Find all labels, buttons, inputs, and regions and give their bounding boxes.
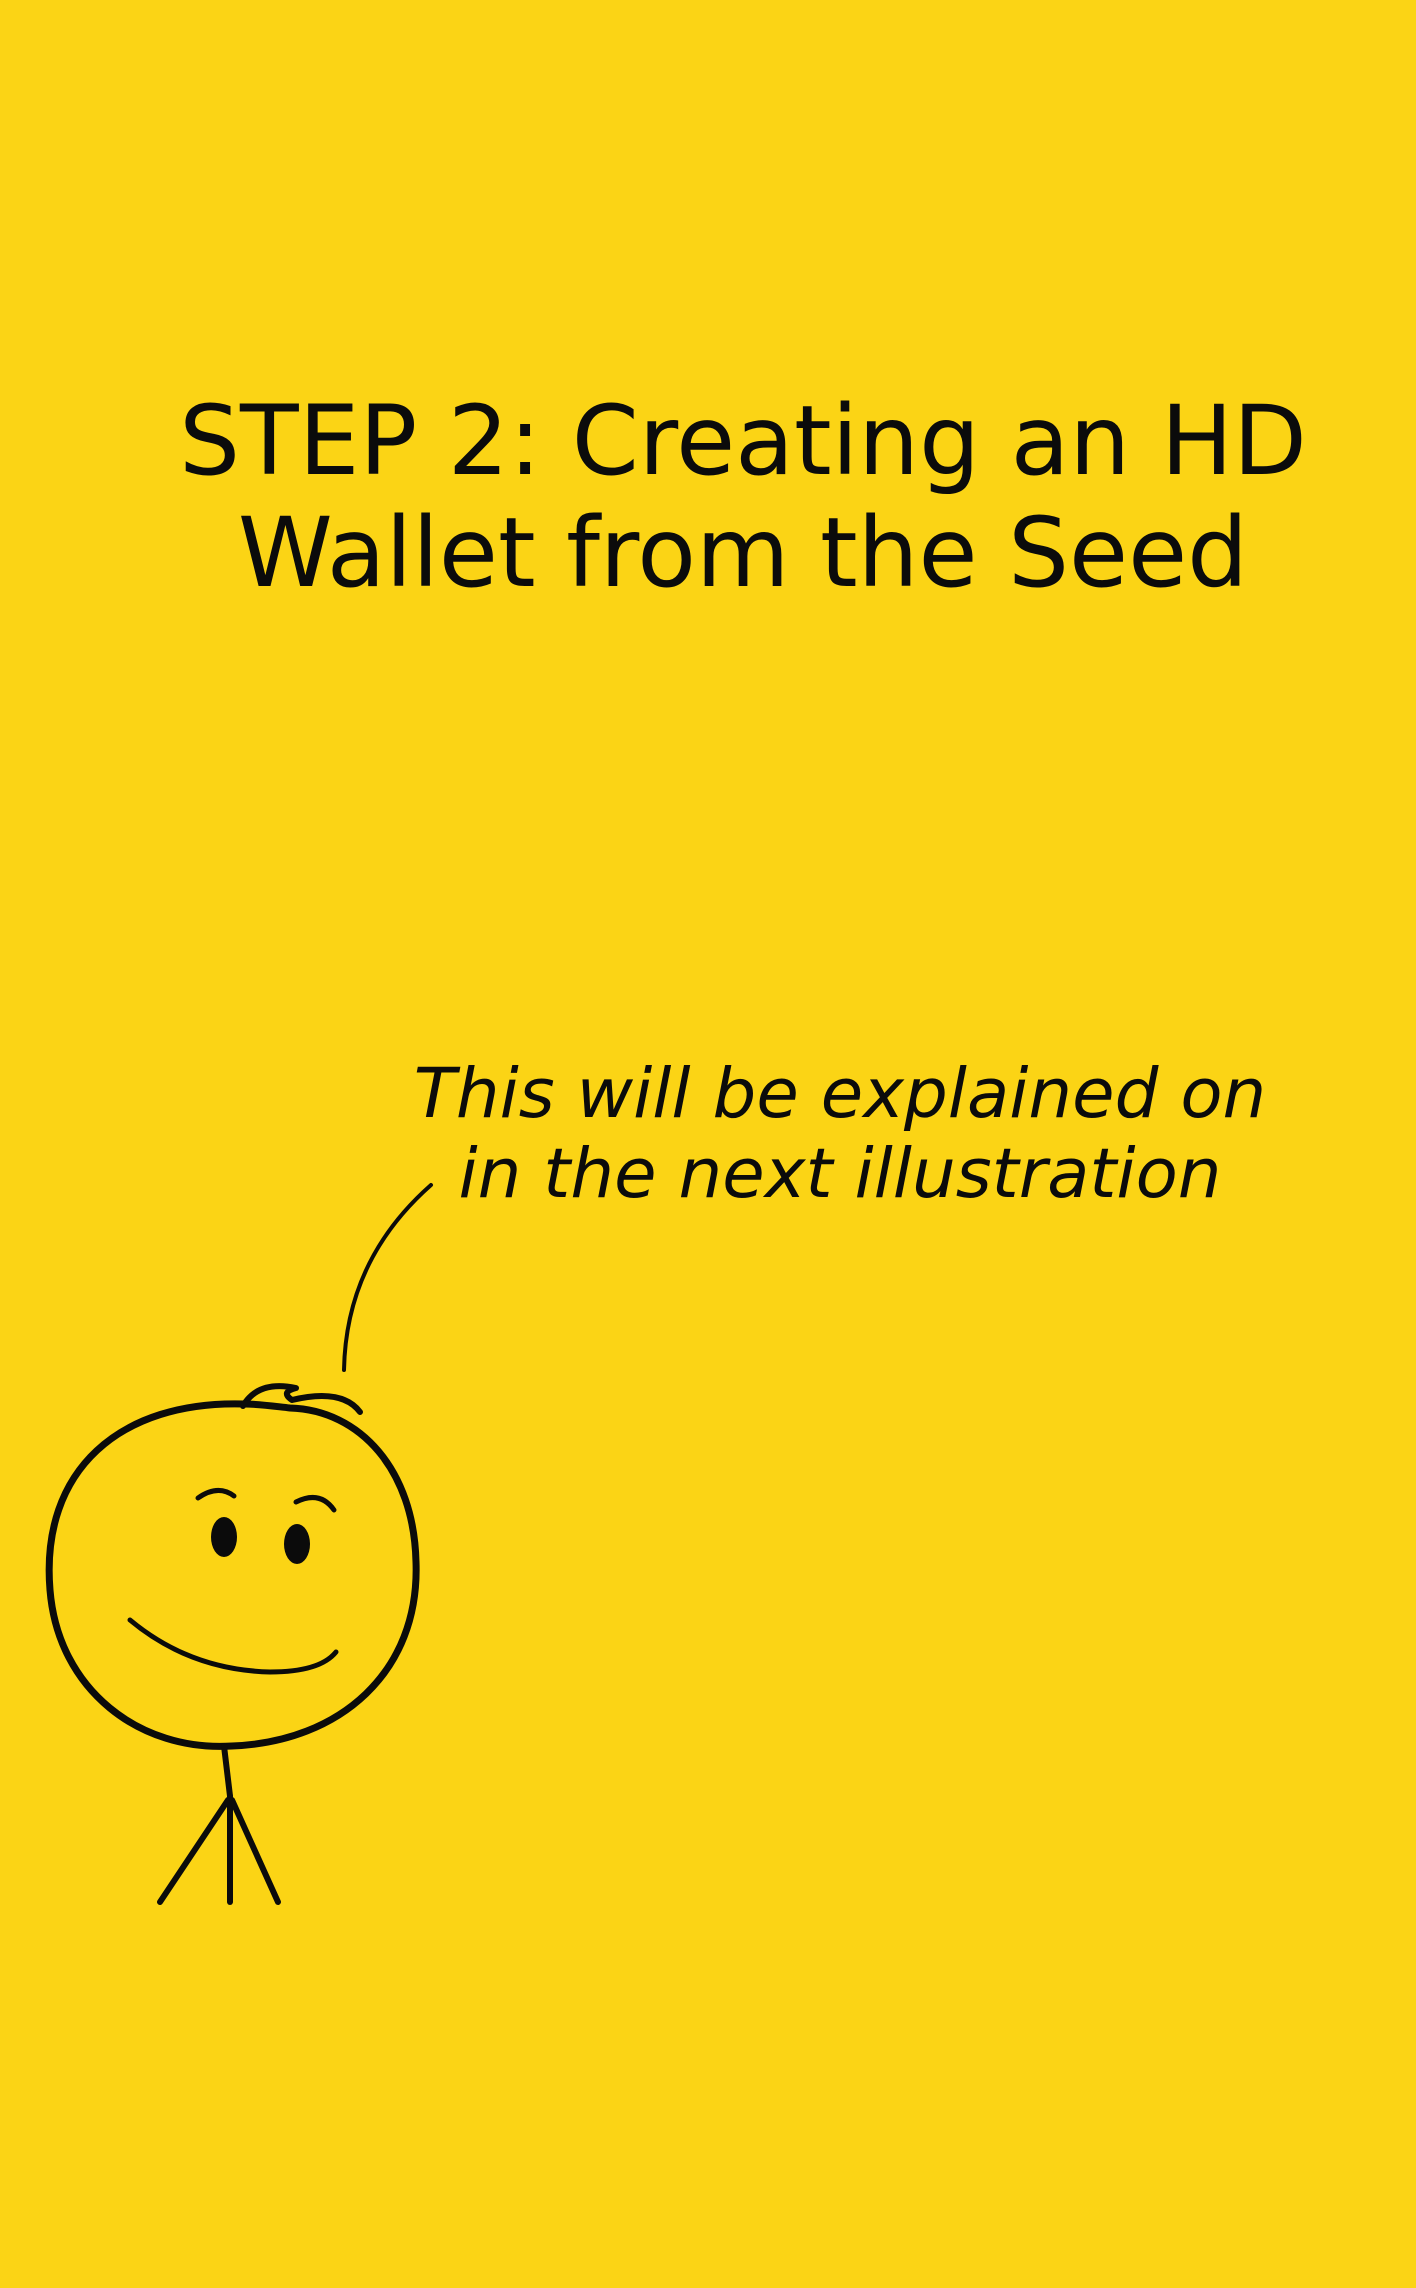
- speech-text: This will be explained on in the next il…: [360, 1054, 1320, 1214]
- slide-title-line-2: Wallet from the Seed: [237, 497, 1249, 609]
- body-icon: [221, 1743, 233, 1799]
- left-eye-icon: [211, 1517, 237, 1557]
- speech-text-line-1: This will be explained on: [413, 1054, 1267, 1134]
- slide-title: STEP 2: Creating an HD Wallet from the S…: [108, 385, 1378, 609]
- right-eyebrow-icon: [293, 1495, 337, 1513]
- speech-text-line-2: in the next illustration: [458, 1134, 1222, 1214]
- slide: STEP 2: Creating an HD Wallet from the S…: [0, 0, 1416, 2288]
- left-eyebrow-icon: [195, 1488, 237, 1501]
- right-leg-icon: [229, 1797, 281, 1905]
- slide-title-line-1: STEP 2: Creating an HD: [179, 385, 1307, 497]
- head-icon: [45, 1400, 420, 1750]
- speech-line-icon: [342, 1183, 433, 1372]
- right-eye-icon: [284, 1524, 310, 1564]
- smile-icon: [127, 1617, 339, 1675]
- middle-leg-icon: [157, 1797, 231, 1905]
- stick-figure-illustration: [45, 1183, 433, 1905]
